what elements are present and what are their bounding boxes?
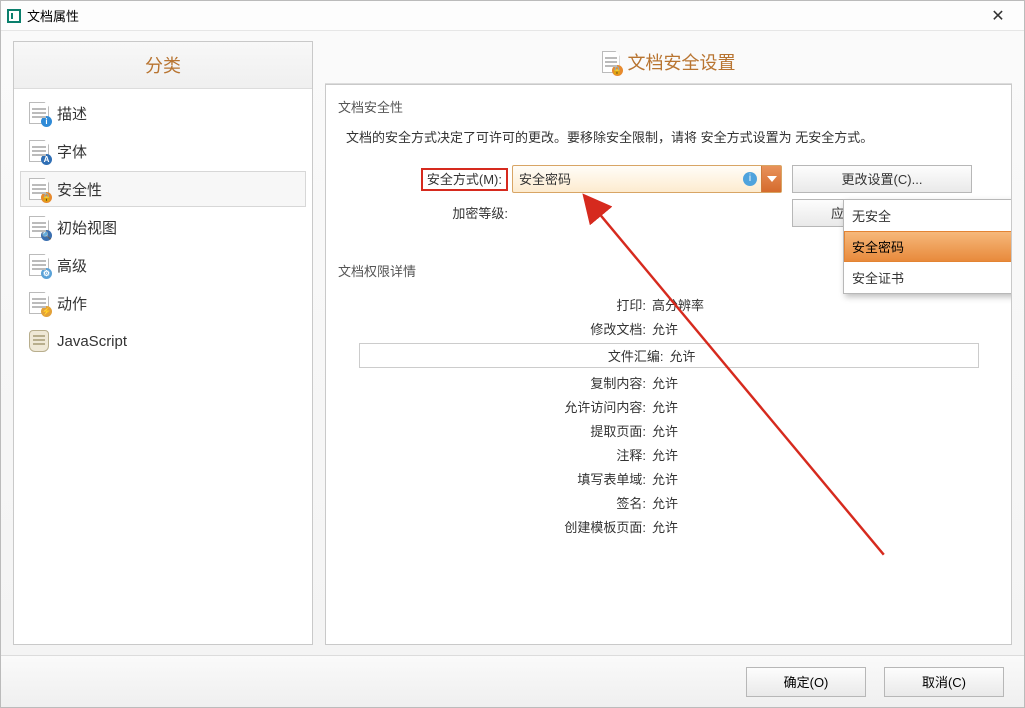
permission-value: 允许 — [652, 493, 678, 512]
security-method-combo[interactable]: 安全密码 i — [512, 165, 782, 193]
page-magnify-icon: 🔍 — [29, 216, 49, 238]
page-bolt-icon: ⚡ — [29, 292, 49, 314]
security-method-value: 安全密码 — [519, 169, 571, 188]
permission-label: 签名: — [342, 493, 652, 512]
permission-label: 提取页面: — [342, 421, 652, 440]
page-lock-icon: 🔒 — [29, 178, 49, 200]
page-lock-icon: 🔒 — [602, 51, 620, 73]
dialog-body: 分类 i 描述 A 字体 🔒 安全性 🔍 初始视图 — [1, 31, 1024, 655]
permission-row: 创建模板页面:允许 — [342, 517, 995, 536]
category-header: 分类 — [14, 42, 312, 89]
sidebar-item-initial-view[interactable]: 🔍 初始视图 — [20, 209, 306, 245]
security-group-title: 文档安全性 — [334, 91, 1003, 122]
permission-value: 高分辨率 — [652, 295, 704, 314]
permission-label: 注释: — [342, 445, 652, 464]
permission-value: 允许 — [652, 319, 678, 338]
page-font-icon: A — [29, 140, 49, 162]
permission-value: 允许 — [652, 445, 678, 464]
permission-row: 文件汇编:允许 — [359, 343, 979, 368]
sidebar-item-security[interactable]: 🔒 安全性 — [20, 171, 306, 207]
sidebar-item-label: 描述 — [57, 103, 87, 124]
encryption-level-label: 加密等级: — [342, 203, 512, 222]
dropdown-item-none[interactable]: 无安全 — [844, 200, 1012, 231]
permission-value: 允许 — [652, 517, 678, 536]
scroll-icon — [29, 330, 49, 352]
permission-row: 修改文档:允许 — [342, 319, 995, 338]
page-gear-icon: ⚙ — [29, 254, 49, 276]
permission-value: 允许 — [652, 469, 678, 488]
sidebar-item-label: 动作 — [57, 293, 87, 314]
permission-label: 填写表单域: — [342, 469, 652, 488]
cancel-button[interactable]: 取消(C) — [884, 667, 1004, 697]
category-list: i 描述 A 字体 🔒 安全性 🔍 初始视图 ⚙ 高级 — [14, 89, 312, 367]
info-icon: i — [743, 172, 757, 186]
chevron-down-icon[interactable] — [761, 166, 781, 192]
security-method-label: 安全方式(M): — [421, 168, 508, 191]
permissions-list: 打印:高分辨率修改文档:允许文件汇编:允许复制内容:允许允许访问内容:允许提取页… — [334, 286, 1003, 557]
permission-row: 复制内容:允许 — [342, 373, 995, 392]
dialog-footer: 确定(O) 取消(C) — [1, 655, 1024, 707]
permission-row: 允许访问内容:允许 — [342, 397, 995, 416]
permission-label: 复制内容: — [342, 373, 652, 392]
permission-row: 注释:允许 — [342, 445, 995, 464]
change-settings-button[interactable]: 更改设置(C)... — [792, 165, 972, 193]
security-description: 文档的安全方式决定了可许可的更改。要移除安全限制，请将 安全方式设置为 无安全方… — [346, 128, 995, 149]
ok-button[interactable]: 确定(O) — [746, 667, 866, 697]
permission-value: 允许 — [652, 397, 678, 416]
permission-label: 打印: — [342, 295, 652, 314]
sidebar-item-fonts[interactable]: A 字体 — [20, 133, 306, 169]
sidebar-item-label: 字体 — [57, 141, 87, 162]
permission-label: 文件汇编: — [360, 346, 670, 365]
app-icon — [7, 9, 21, 23]
sidebar-item-label: 高级 — [57, 255, 87, 276]
permission-label: 创建模板页面: — [342, 517, 652, 536]
sidebar-item-label: 安全性 — [57, 179, 102, 200]
category-panel: 分类 i 描述 A 字体 🔒 安全性 🔍 初始视图 — [13, 41, 313, 645]
window-title: 文档属性 — [27, 6, 79, 25]
main-content: 文档安全性 文档的安全方式决定了可许可的更改。要移除安全限制，请将 安全方式设置… — [325, 84, 1012, 645]
sidebar-item-label: JavaScript — [57, 333, 127, 350]
sidebar-item-description[interactable]: i 描述 — [20, 95, 306, 131]
titlebar: 文档属性 ✕ — [1, 1, 1024, 31]
permission-row: 签名:允许 — [342, 493, 995, 512]
main-header-title: 文档安全设置 — [628, 49, 736, 75]
sidebar-item-advanced[interactable]: ⚙ 高级 — [20, 247, 306, 283]
permission-row: 打印:高分辨率 — [342, 295, 995, 314]
sidebar-item-javascript[interactable]: JavaScript — [20, 323, 306, 359]
page-info-icon: i — [29, 102, 49, 124]
main-panel: 🔒 文档安全设置 文档安全性 文档的安全方式决定了可许可的更改。要移除安全限制，… — [325, 41, 1012, 645]
dialog-window: 文档属性 ✕ 分类 i 描述 A 字体 🔒 安全性 🔍 — [0, 0, 1025, 708]
permission-label: 修改文档: — [342, 319, 652, 338]
main-header: 🔒 文档安全设置 — [325, 41, 1012, 84]
permission-value: 允许 — [652, 373, 678, 392]
permissions-groupbox: 文档权限详情 打印:高分辨率修改文档:允许文件汇编:允许复制内容:允许允许访问内… — [334, 255, 1003, 557]
security-method-row: 安全方式(M): 安全密码 i 更改设置(C)... — [342, 165, 995, 193]
permission-label: 允许访问内容: — [342, 397, 652, 416]
close-button[interactable]: ✕ — [978, 1, 1018, 30]
permission-row: 提取页面:允许 — [342, 421, 995, 440]
security-method-label-wrap: 安全方式(M): — [342, 169, 512, 188]
permission-value: 允许 — [652, 421, 678, 440]
dropdown-item-certificate[interactable]: 安全证书 — [844, 262, 1012, 293]
sidebar-item-actions[interactable]: ⚡ 动作 — [20, 285, 306, 321]
security-method-dropdown[interactable]: 无安全 安全密码 安全证书 — [843, 199, 1012, 294]
permission-row: 填写表单域:允许 — [342, 469, 995, 488]
dropdown-item-password[interactable]: 安全密码 — [844, 231, 1012, 262]
sidebar-item-label: 初始视图 — [57, 217, 117, 238]
permission-value: 允许 — [670, 346, 696, 365]
